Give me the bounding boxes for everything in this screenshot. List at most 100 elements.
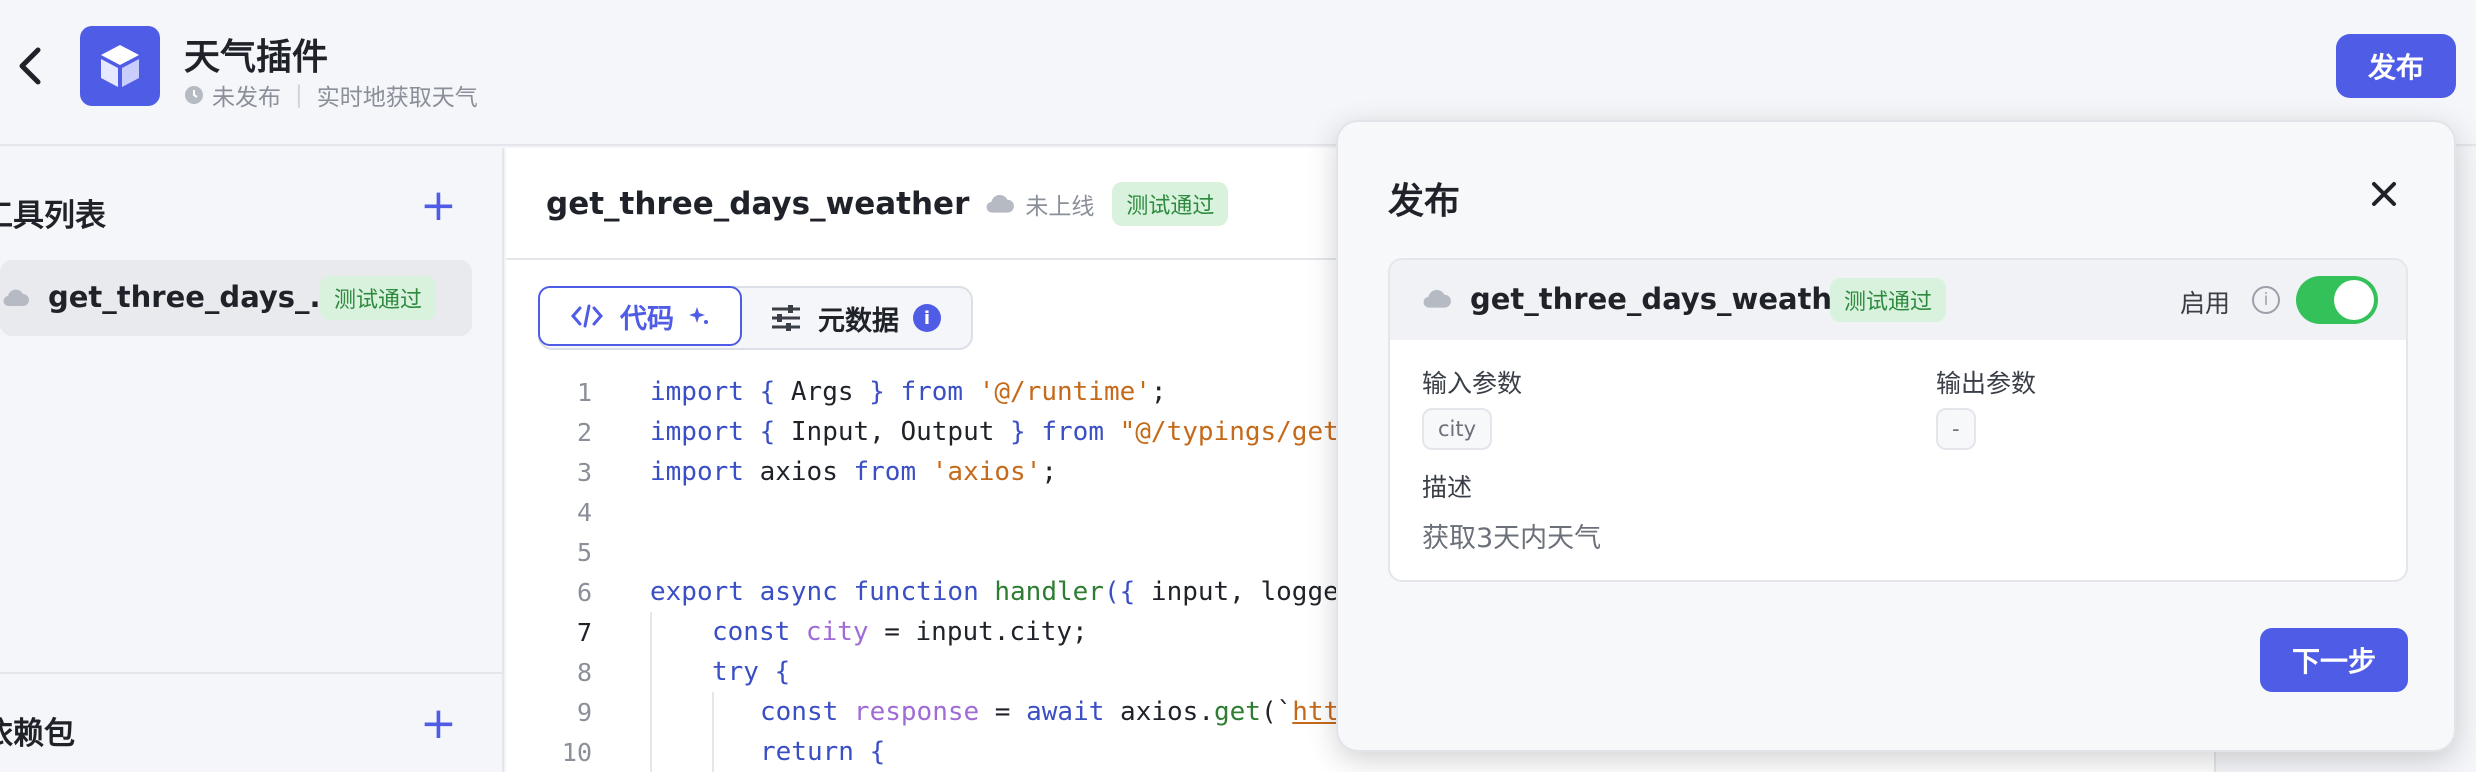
- sliders-icon: [770, 304, 802, 332]
- description-label: 描述: [1422, 473, 1473, 502]
- code-line: 6 export async function handler({ input,…: [506, 572, 1339, 612]
- code-line: 1 import { Args } from '@/runtime';: [506, 372, 1167, 412]
- code-token: response: [853, 697, 980, 727]
- code-token: {: [758, 657, 791, 687]
- line-number: 8: [576, 657, 592, 687]
- code-token: axios: [743, 457, 854, 487]
- publish-button[interactable]: 发布: [2336, 34, 2456, 98]
- tool-card-header: get_three_days_weather 测试通过 启用 i: [1390, 260, 2406, 340]
- line-number: 1: [576, 377, 592, 407]
- app-subtitle: 未发布 | 实时地获取天气: [184, 78, 478, 112]
- line-number: 5: [576, 537, 592, 567]
- code-token: import: [650, 457, 744, 487]
- next-step-button[interactable]: 下一步: [2260, 628, 2408, 692]
- cloud-icon: [1422, 288, 1452, 314]
- code-token: {: [759, 417, 776, 447]
- code-token: {: [853, 737, 886, 767]
- clock-icon: [184, 85, 204, 105]
- code-token: from: [853, 457, 917, 487]
- code-token: = input.city;: [868, 617, 1088, 647]
- publish-status: 未发布: [212, 85, 281, 111]
- editor-tabs: 代码 元数据 i: [538, 286, 973, 350]
- status-badge: 测试通过: [1830, 278, 1947, 322]
- tab-code-label: 代码: [620, 303, 674, 335]
- enable-toggle[interactable]: [2296, 276, 2378, 324]
- code-token: ;: [1150, 377, 1167, 407]
- code-token: export async function: [650, 577, 995, 607]
- tool-title: get_three_days_weather: [546, 186, 970, 222]
- tab-metadata[interactable]: 元数据 i: [740, 288, 971, 348]
- tool-card-name: get_three_days_weather: [1470, 282, 1867, 316]
- input-param-chip: city: [1422, 408, 1493, 450]
- sidebar-tool-name: get_three_days_...: [48, 280, 343, 314]
- code-token: =: [979, 697, 1027, 727]
- code-token: '@/runtime': [978, 377, 1151, 407]
- separator: |: [295, 82, 303, 108]
- cube-icon: [80, 26, 160, 106]
- code-token: Args: [775, 377, 870, 407]
- back-arrow-icon[interactable]: [10, 44, 50, 88]
- line-number: 3: [576, 457, 592, 487]
- line-number: 2: [576, 417, 592, 447]
- code-token: get: [1213, 697, 1261, 727]
- line-number: 6: [576, 577, 592, 607]
- code-token: ({: [1103, 577, 1136, 607]
- code-line: 7 const city = input.city;: [506, 612, 1088, 652]
- toggle-knob: [2334, 280, 2374, 320]
- status-badge: 测试通过: [320, 276, 437, 320]
- line-number: 7: [576, 617, 592, 647]
- dependencies-title: 依赖包: [0, 716, 75, 752]
- tool-header: get_three_days_weather 未上线 测试通过: [546, 182, 1229, 226]
- add-tool-plus-icon[interactable]: +: [420, 184, 457, 228]
- code-line: 9 const response = await axios.get(`http: [506, 692, 1355, 732]
- sidebar: 工具列表 + get_three_days_... 测试通过 依赖包 +: [0, 148, 504, 772]
- line-number: 4: [576, 497, 592, 527]
- code-token: ;: [1041, 457, 1058, 487]
- code-token: import: [650, 377, 760, 407]
- code-token: }: [869, 377, 885, 407]
- code-token: await: [1026, 697, 1105, 727]
- code-token: const: [760, 697, 854, 727]
- cloud-icon: [2, 288, 30, 312]
- code-token: try: [712, 657, 759, 687]
- code-token: }: [1010, 417, 1026, 447]
- code-token: const: [712, 617, 806, 647]
- code-token: "@/typings/get_: [1119, 417, 1355, 447]
- sparkle-icon: [688, 305, 710, 327]
- output-param-chip: -: [1936, 408, 1976, 450]
- close-icon[interactable]: [2364, 174, 2404, 214]
- info-icon[interactable]: i: [2252, 286, 2280, 314]
- code-token: Input, Output: [775, 417, 1011, 447]
- code-token: from: [1025, 417, 1120, 447]
- app-description: 实时地获取天气: [316, 85, 478, 111]
- publish-dialog: 发布 get_three_days_weather 测试通过 启用 i 输入参数…: [1336, 120, 2456, 752]
- dialog-title: 发布: [1388, 181, 1461, 222]
- code-token: from: [884, 377, 979, 407]
- tab-code[interactable]: 代码: [538, 286, 742, 346]
- app-title: 天气插件: [184, 37, 329, 78]
- code-token: {: [759, 377, 776, 407]
- online-status: 未上线: [1025, 194, 1095, 220]
- enable-label: 启用: [2180, 289, 2231, 318]
- input-params-label: 输入参数: [1422, 369, 1523, 398]
- line-number: 9: [576, 697, 592, 727]
- code-line: 3 import axios from 'axios';: [506, 452, 1057, 492]
- code-line: 10 return {: [506, 732, 885, 772]
- status-badge: 测试通过: [1112, 182, 1229, 226]
- tools-list-title: 工具列表: [0, 198, 106, 234]
- code-token: axios.: [1104, 697, 1214, 727]
- code-line: 8 try {: [506, 652, 790, 692]
- code-token: (`: [1260, 697, 1293, 727]
- add-dependency-plus-icon[interactable]: +: [420, 702, 457, 746]
- code-token: return: [760, 737, 854, 767]
- code-token: input, logge: [1135, 577, 1339, 607]
- code-line: 5: [506, 532, 592, 572]
- tool-card: get_three_days_weather 测试通过 启用 i 输入参数 ci…: [1388, 258, 2408, 582]
- code-line: 2 import { Input, Output } from "@/typin…: [506, 412, 1355, 452]
- code-icon: [570, 303, 604, 329]
- tab-metadata-label: 元数据: [818, 305, 899, 337]
- cloud-icon: [985, 193, 1015, 215]
- sidebar-item-tool[interactable]: get_three_days_... 测试通过: [0, 260, 472, 336]
- code-token: import: [650, 417, 760, 447]
- line-number: 10: [561, 737, 592, 767]
